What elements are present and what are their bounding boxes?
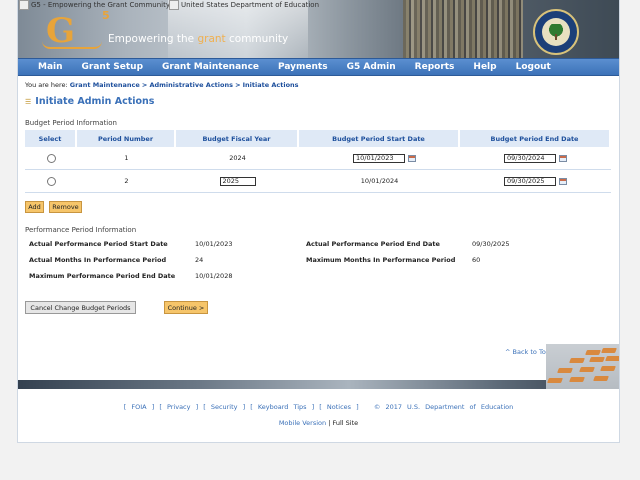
remove-button[interactable]: Remove — [49, 201, 82, 213]
page-container: G5 - Empowering the Grant Community Unit… — [17, 0, 620, 443]
col-header-period-number: Period Number — [77, 130, 176, 147]
list-icon: ☰ — [25, 97, 32, 106]
full-site-label: Full Site — [332, 419, 359, 427]
col-header-select: Select — [25, 130, 77, 147]
cancel-change-budget-periods-button[interactable]: Cancel Change Budget Periods — [25, 301, 136, 314]
breadcrumb-grant-maintenance[interactable]: Grant Maintenance — [70, 81, 140, 89]
footer-link-notices[interactable]: Notices — [327, 403, 351, 411]
nav-g5-admin[interactable]: G5 Admin — [347, 62, 396, 72]
budget-period-table: Select Period Number Budget Fiscal Year … — [25, 130, 611, 193]
select-radio[interactable] — [46, 176, 56, 186]
period-number: 2 — [124, 177, 129, 185]
breadcrumb: You are here: Grant Maintenance > Admini… — [25, 81, 299, 89]
page-title: ☰ Initiate Admin Actions — [25, 96, 155, 107]
footer-link-privacy[interactable]: Privacy — [167, 403, 191, 411]
nav-grant-setup[interactable]: Grant Setup — [82, 62, 143, 72]
breadcrumb-initiate-actions[interactable]: Initiate Actions — [243, 81, 299, 89]
site-version-switch: Mobile Version | Full Site — [278, 419, 359, 427]
end-date-input[interactable]: 09/30/2024 — [504, 153, 556, 163]
mobile-version-link[interactable]: Mobile Version — [279, 419, 326, 427]
footer-classroom-image — [546, 344, 619, 389]
footer-band — [18, 380, 619, 389]
nav-payments[interactable]: Payments — [278, 62, 328, 72]
logo-broken-image[interactable]: G5 - Empowering the Grant Community — [19, 0, 170, 10]
actual-start-label: Actual Performance Period Start Date — [29, 240, 168, 248]
table-row: 1 2024 10/01/2023 09/30/2024 — [25, 147, 611, 170]
nav-grant-maintenance[interactable]: Grant Maintenance — [162, 62, 259, 72]
g5-logo-superscript: 5 — [102, 9, 110, 22]
actual-end-value: 09/30/2025 — [472, 240, 510, 248]
nav-main[interactable]: Main — [38, 62, 63, 72]
select-radio[interactable] — [46, 153, 56, 163]
nav-help[interactable]: Help — [473, 62, 496, 72]
period-number: 1 — [124, 154, 129, 162]
footer-link-security[interactable]: Security — [211, 403, 238, 411]
logo-swoosh-icon — [42, 41, 102, 49]
footer-link-foia[interactable]: FOIA — [131, 403, 146, 411]
col-header-fiscal-year: Budget Fiscal Year — [176, 130, 299, 147]
tagline: Empowering the grant community — [108, 33, 289, 45]
breadcrumb-administrative-actions[interactable]: Administrative Actions — [149, 81, 233, 89]
add-button[interactable]: Add — [25, 201, 44, 213]
main-nav: Main Grant Setup Grant Maintenance Payme… — [18, 58, 619, 76]
actual-months-label: Actual Months In Performance Period — [29, 256, 167, 264]
calendar-icon[interactable] — [559, 177, 567, 185]
fiscal-year: 2024 — [229, 154, 246, 162]
department-seal-icon — [533, 9, 579, 55]
col-header-start-date: Budget Period Start Date — [299, 130, 460, 147]
budget-section-heading: Budget Period Information — [25, 119, 117, 127]
logo-alt-text: G5 - Empowering the Grant Community — [31, 1, 171, 9]
start-date-input[interactable]: 10/01/2023 — [353, 153, 405, 163]
calendar-icon[interactable] — [559, 154, 567, 162]
nav-reports[interactable]: Reports — [415, 62, 455, 72]
back-to-top-link[interactable]: ^ Back to Top — [505, 348, 550, 356]
ed-alt-text: United States Department of Education — [181, 1, 320, 9]
footer-link-keyboard-tips[interactable]: Keyboard Tips — [258, 403, 307, 411]
actual-end-label: Actual Performance Period End Date — [306, 240, 440, 248]
continue-button[interactable]: Continue > — [164, 301, 208, 314]
max-months-value: 60 — [472, 256, 481, 264]
max-end-label: Maximum Performance Period End Date — [29, 272, 176, 280]
end-date-input[interactable]: 09/30/2025 — [504, 176, 556, 186]
actual-start-value: 10/01/2023 — [195, 240, 233, 248]
header-banner: G5 - Empowering the Grant Community Unit… — [18, 0, 619, 58]
banner-bookshelf-image — [403, 0, 523, 58]
start-date-text: 10/01/2024 — [360, 177, 399, 185]
copyright: © 2017 U.S. Department of Education — [373, 403, 514, 411]
footer-links: [ FOIA ] [ Privacy ] [ Security ] [ Keyb… — [123, 403, 514, 411]
max-months-label: Maximum Months In Performance Period — [306, 256, 456, 264]
broken-image-icon — [169, 0, 179, 10]
col-header-end-date: Budget Period End Date — [460, 130, 611, 147]
actual-months-value: 24 — [195, 256, 204, 264]
ed-broken-image[interactable]: United States Department of Education — [169, 0, 319, 10]
fiscal-year-input[interactable]: 2025 — [219, 176, 256, 186]
max-end-value: 10/01/2028 — [195, 272, 233, 280]
broken-image-icon — [19, 0, 29, 10]
performance-section-heading: Performance Period Information — [25, 226, 137, 234]
calendar-icon[interactable] — [408, 154, 416, 162]
nav-logout[interactable]: Logout — [516, 62, 551, 72]
table-header: Select Period Number Budget Fiscal Year … — [25, 130, 611, 147]
table-row: 2 2025 10/01/2024 09/30/2025 — [25, 170, 611, 193]
